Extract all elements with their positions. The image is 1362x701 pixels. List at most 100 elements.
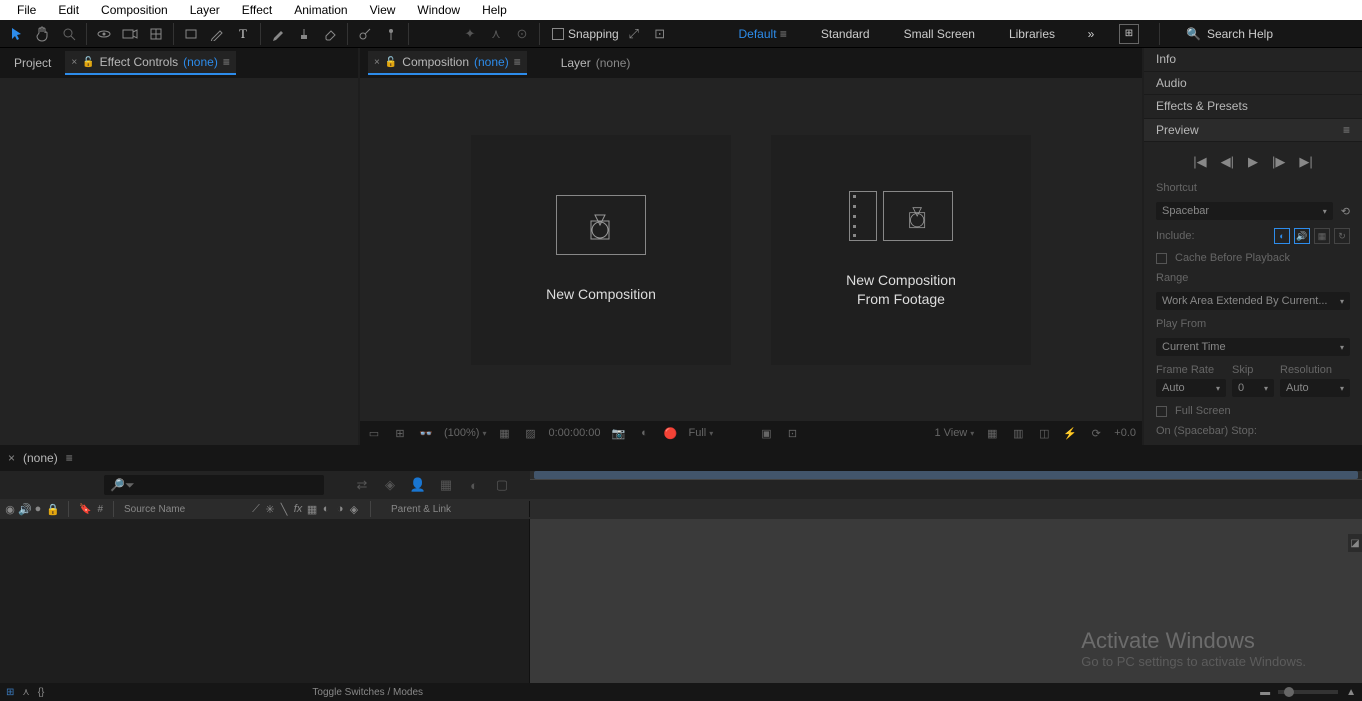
shortcut-dropdown[interactable]: Spacebar	[1156, 202, 1333, 220]
search-help[interactable]: 🔍 Search Help	[1180, 25, 1350, 43]
close-icon[interactable]: ×	[71, 57, 77, 68]
draft-3d-icon[interactable]: ◈	[380, 475, 400, 495]
solo-col-icon[interactable]: ●	[32, 503, 44, 515]
menu-layer[interactable]: Layer	[179, 2, 231, 18]
workspace-reset-icon[interactable]: ⊞	[1119, 24, 1139, 44]
fast-preview-icon[interactable]: ⚡	[1062, 425, 1078, 441]
tab-composition[interactable]: × 🔓 Composition (none) ≡	[368, 51, 527, 75]
transparency-grid-icon[interactable]: ▨	[522, 425, 538, 441]
reset-icon[interactable]: ⟲	[1341, 205, 1350, 218]
frame-blend-switch-icon[interactable]: ▦	[306, 503, 318, 516]
mesh-tool-icon[interactable]: ✦	[459, 23, 481, 45]
3d-switch-icon[interactable]: ◈	[348, 503, 360, 516]
hand-tool-icon[interactable]	[32, 23, 54, 45]
zoom-slider[interactable]	[1278, 690, 1338, 694]
menu-view[interactable]: View	[359, 2, 407, 18]
fullscreen-checkbox[interactable]	[1156, 406, 1167, 417]
workspace-default[interactable]: Default ≡	[731, 25, 795, 43]
workspace-small-screen[interactable]: Small Screen	[896, 25, 983, 43]
text-tool-icon[interactable]: T	[232, 23, 254, 45]
zoom-in-icon[interactable]: ▲	[1346, 687, 1356, 698]
motion-blur-icon[interactable]: ◐	[464, 475, 484, 495]
framerate-dropdown[interactable]: Auto	[1156, 379, 1226, 397]
menu-edit[interactable]: Edit	[47, 2, 90, 18]
panel-grip-icon[interactable]: ◪	[1348, 534, 1362, 552]
preview-resolution-dropdown[interactable]: Auto	[1280, 379, 1350, 397]
frame-blend-icon[interactable]: ▦	[436, 475, 456, 495]
tab-layer[interactable]: Layer (none)	[555, 52, 637, 74]
current-time[interactable]: 0:00:00:00	[548, 427, 600, 439]
zoom-dropdown[interactable]: (100%)	[444, 427, 486, 439]
timeline-tab-none[interactable]: (none)	[23, 451, 58, 465]
panel-menu-icon[interactable]: ≡	[66, 451, 73, 465]
fx-switch-icon[interactable]: fx	[292, 503, 304, 515]
view-opt-1-icon[interactable]: ▦	[984, 425, 1000, 441]
channel-icon[interactable]: 🔴	[662, 425, 678, 441]
snap-option-1-icon[interactable]: ⤢	[623, 23, 645, 45]
new-composition-from-footage-button[interactable]: New CompositionFrom Footage	[771, 135, 1031, 365]
mask-icon[interactable]: 👓	[418, 425, 434, 441]
brush-tool-icon[interactable]	[267, 23, 289, 45]
exposure-value[interactable]: +0.0	[1114, 427, 1136, 439]
pan-behind-tool-icon[interactable]	[145, 23, 167, 45]
panel-info[interactable]: Info	[1144, 48, 1362, 72]
work-area-bar[interactable]	[534, 471, 1358, 479]
audio-col-icon[interactable]: 🔊	[18, 503, 30, 516]
time-ruler[interactable]	[530, 479, 1362, 499]
quality-switch-icon[interactable]: ╲	[278, 503, 290, 516]
brace-footer-icon[interactable]: {}	[38, 687, 45, 698]
timeline-search[interactable]: 🔎⏷	[104, 475, 324, 495]
shy-icon[interactable]: 👤	[408, 475, 428, 495]
panel-menu-icon[interactable]: ≡	[1343, 123, 1350, 137]
snap-option-2-icon[interactable]: ⊡	[649, 23, 671, 45]
resolution-dropdown[interactable]: Full	[688, 427, 748, 439]
close-icon[interactable]: ×	[374, 57, 380, 68]
snapshot-icon[interactable]: 📷	[610, 425, 626, 441]
include-overlays-icon[interactable]: ▦	[1314, 228, 1330, 244]
range-dropdown[interactable]: Work Area Extended By Current...	[1156, 292, 1350, 310]
eraser-tool-icon[interactable]	[319, 23, 341, 45]
guides-icon[interactable]: ⊡	[784, 425, 800, 441]
snapping-toggle[interactable]: Snapping	[552, 27, 619, 41]
first-frame-icon[interactable]: |◀	[1193, 154, 1206, 170]
lock-icon[interactable]: 🔓	[82, 57, 94, 68]
toggle-switches-modes[interactable]: Toggle Switches / Modes	[312, 687, 423, 698]
shy-switch-icon[interactable]: ⟋	[250, 503, 262, 516]
workspace-libraries[interactable]: Libraries	[1001, 25, 1063, 43]
motion-blur-switch-icon[interactable]: ◐	[320, 503, 332, 515]
menu-effect[interactable]: Effect	[231, 2, 283, 18]
panel-menu-icon[interactable]: ≡	[223, 55, 230, 69]
panel-audio[interactable]: Audio	[1144, 72, 1362, 96]
camera-tool-icon[interactable]	[119, 23, 141, 45]
grid-icon[interactable]: ⊞	[392, 425, 408, 441]
expand-icon[interactable]: ⊞	[6, 687, 14, 698]
show-snapshot-icon[interactable]: ◐	[636, 425, 652, 441]
selection-tool-icon[interactable]	[6, 23, 28, 45]
graph-editor-icon[interactable]: ▢	[492, 475, 512, 495]
magnification-icon[interactable]: ▭	[366, 425, 382, 441]
include-audio-icon[interactable]: 🔊	[1294, 228, 1310, 244]
lock-col-icon[interactable]: 🔒	[46, 503, 58, 516]
view-layout-dropdown[interactable]: 1 View	[934, 427, 974, 439]
lock-icon[interactable]: 🔓	[385, 57, 397, 68]
rectangle-tool-icon[interactable]	[180, 23, 202, 45]
zoom-out-icon[interactable]: ▬	[1260, 687, 1270, 698]
menu-composition[interactable]: Composition	[90, 2, 179, 18]
panel-effects-presets[interactable]: Effects & Presets	[1144, 95, 1362, 119]
bone-footer-icon[interactable]: ⋏	[22, 687, 29, 698]
timeline-track-area[interactable]	[530, 519, 1362, 683]
panel-menu-icon[interactable]: ≡	[514, 55, 521, 69]
play-icon[interactable]: ▶	[1248, 154, 1258, 170]
clone-stamp-tool-icon[interactable]	[293, 23, 315, 45]
menu-window[interactable]: Window	[406, 2, 471, 18]
view-opt-2-icon[interactable]: ▥	[1010, 425, 1026, 441]
roi-icon[interactable]: ▣	[758, 425, 774, 441]
source-name-col[interactable]: Source Name	[124, 504, 244, 515]
panel-preview[interactable]: Preview ≡	[1144, 119, 1362, 143]
parent-link-col[interactable]: Parent & Link	[391, 504, 451, 515]
roto-brush-tool-icon[interactable]	[354, 23, 376, 45]
playfrom-dropdown[interactable]: Current Time	[1156, 338, 1350, 356]
res-icon[interactable]: ▦	[496, 425, 512, 441]
comp-mini-flow-icon[interactable]: ⇄	[352, 475, 372, 495]
zoom-tool-icon[interactable]	[58, 23, 80, 45]
